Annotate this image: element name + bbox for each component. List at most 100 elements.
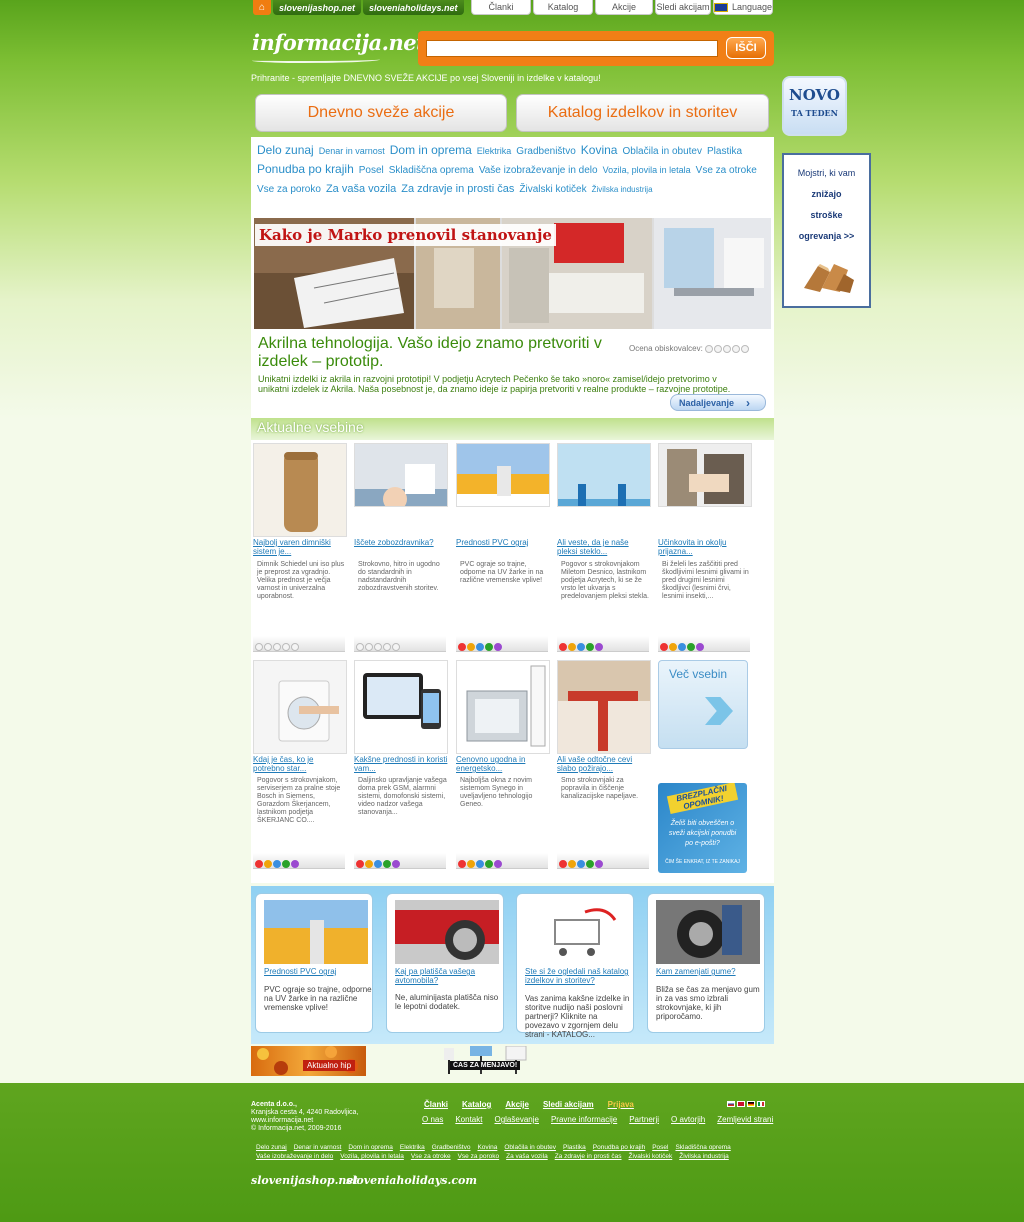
footer-link-sledi-akcijam[interactable]: Sledi akcijam (543, 1100, 594, 1109)
footer-category-link[interactable]: Delo zunaj (256, 1143, 287, 1152)
featured-card-image[interactable] (656, 900, 760, 964)
category-link[interactable]: Za vaša vozila (326, 181, 396, 198)
rating-stars[interactable] (557, 636, 649, 652)
card-thumbnail[interactable] (456, 443, 550, 507)
featured-card[interactable]: Prednosti PVC ograj PVC ograje so trajne,… (255, 893, 373, 1033)
featured-card-image[interactable] (264, 900, 368, 964)
time-to-change-banner[interactable]: ČAS ZA MENJAVO! (438, 1045, 528, 1078)
footer-link-oglasevanje[interactable]: Oglaševanje (494, 1115, 538, 1124)
search-button[interactable]: IŠČI (726, 37, 766, 59)
footer-category-link[interactable]: Elektrika (400, 1143, 425, 1152)
feature-headline[interactable]: Akrilna tehnologija. Vašo idejo znamo pr… (258, 335, 608, 371)
rating-stars[interactable] (354, 636, 446, 652)
featured-card[interactable]: Ste si že ogledali naš katalog izdelkov … (516, 893, 634, 1039)
category-link[interactable]: Vse za poroko (257, 181, 321, 198)
featured-card-title[interactable]: Ste si že ogledali naš katalog izdelkov … (525, 967, 633, 985)
nav-katalog[interactable]: Katalog (533, 0, 593, 15)
category-link[interactable]: Za zdravje in prosti čas (401, 181, 514, 198)
footer-category-link[interactable]: Za zdravje in prosti čas (555, 1152, 622, 1161)
card-title-link[interactable]: Učinkovita in okolju prijazna... (658, 538, 752, 556)
sloveniaholidays-link[interactable]: sloveniaholidays.net (363, 0, 464, 15)
card-title-link[interactable]: Cenovno ugodna in energetsko... (456, 755, 550, 773)
card-thumbnail[interactable] (253, 660, 347, 754)
slovenijashop-link[interactable]: slovenijashop.net (273, 0, 362, 15)
category-link[interactable]: Vse za otroke (696, 162, 757, 179)
footer-link-prijava[interactable]: Prijava (608, 1100, 634, 1109)
category-link[interactable]: Živilska industrija (592, 181, 653, 198)
rating-stars[interactable] (253, 636, 345, 652)
home-icon[interactable]: ⌂ (253, 0, 271, 15)
german-flag-icon[interactable] (747, 1101, 755, 1107)
category-link[interactable]: Živalski kotiček (519, 181, 586, 198)
card-thumbnail[interactable] (354, 660, 448, 754)
new-this-week-badge[interactable]: NOVO TA TEDEN (782, 76, 847, 136)
footer-category-link[interactable]: Denar in varnost (294, 1143, 342, 1152)
featured-card-title[interactable]: Kaj pa platišča vašega avtomobila? (395, 967, 503, 985)
card-title-link[interactable]: Kdaj je čas, ko je potrebno star... (253, 755, 347, 773)
footer-category-link[interactable]: Za vaša vozila (506, 1152, 548, 1161)
category-link[interactable]: Kovina (581, 142, 618, 159)
card-thumbnail[interactable] (557, 443, 651, 507)
rating-stars[interactable] (456, 853, 548, 869)
footer-category-link[interactable]: Ponudba po krajih (593, 1143, 645, 1152)
footer-link-zemljevid[interactable]: Zemljevid strani (717, 1115, 773, 1124)
footer-category-link[interactable]: Vse za poroko (458, 1152, 500, 1161)
footer-link-pravne-informacije[interactable]: Pravne informacije (551, 1115, 617, 1124)
card-thumbnail[interactable] (557, 660, 651, 754)
footer-logo-slovenijashop[interactable]: slovenijashop.net (251, 1174, 359, 1187)
read-more-button[interactable]: Nadaljevanje (670, 394, 766, 411)
featured-card[interactable]: Kam zamenjati gume? Bliža se čas za menja… (647, 893, 765, 1033)
search-input[interactable] (426, 40, 718, 57)
card-title-link[interactable]: Prednosti PVC ograj (456, 538, 550, 547)
card-title-link[interactable]: Kakšne prednosti in koristi vam... (354, 755, 448, 773)
footer-category-link[interactable]: Plastika (563, 1143, 586, 1152)
hip-banner[interactable]: Aktualno hip (251, 1046, 366, 1076)
nav-sledi-akcijam[interactable]: Sledi akcijam (655, 0, 711, 15)
side-ad-heating[interactable]: Mojstri, ki vam znižajo stroške ogrevanj… (782, 153, 871, 308)
category-link[interactable]: Vaše izobraževanje in delo (479, 162, 598, 179)
footer-category-link[interactable]: Živalski kotiček (629, 1152, 673, 1161)
footer-link-o-avtorjih[interactable]: O avtorjih (671, 1115, 705, 1124)
footer-category-link[interactable]: Vozila, plovila in letala (340, 1152, 404, 1161)
footer-category-link[interactable]: Živilska industrija (679, 1152, 729, 1161)
featured-card-title[interactable]: Prednosti PVC ograj (264, 967, 372, 976)
category-link[interactable]: Elektrika (477, 143, 512, 160)
english-flag-icon[interactable] (737, 1101, 745, 1107)
footer-category-link[interactable]: Vse za otroke (411, 1152, 451, 1161)
footer-logo-sloveniaholidays[interactable]: sloveniaholidays.com (346, 1174, 477, 1187)
card-thumbnail[interactable] (253, 443, 347, 537)
nav-clanki[interactable]: Članki (471, 0, 531, 15)
footer-category-link[interactable]: Oblačila in obutev (504, 1143, 556, 1152)
category-link[interactable]: Posel (359, 162, 384, 179)
featured-card-image[interactable] (525, 900, 629, 964)
catalog-button[interactable]: Katalog izdelkov in storitev (516, 94, 769, 132)
footer-category-link[interactable]: Gradbeništvo (432, 1143, 471, 1152)
category-link[interactable]: Delo zunaj (257, 142, 314, 159)
category-link[interactable]: Vozila, plovila in letala (603, 162, 691, 179)
rating-stars[interactable] (705, 344, 750, 353)
featured-card[interactable]: Kaj pa platišča vašega avtomobila? Ne, al… (386, 893, 504, 1033)
footer-link-o-nas[interactable]: O nas (422, 1115, 443, 1124)
category-link[interactable]: Oblačila in obutev (622, 143, 702, 160)
footer-category-link[interactable]: Vaše izobraževanje in delo (256, 1152, 333, 1161)
card-thumbnail[interactable] (354, 443, 448, 507)
footer-link-katalog[interactable]: Katalog (462, 1100, 491, 1109)
category-link[interactable]: Dom in oprema (390, 142, 472, 159)
daily-deals-button[interactable]: Dnevno sveže akcije (255, 94, 507, 132)
footer-category-link[interactable]: Skladiščna oprema (675, 1143, 730, 1152)
card-title-link[interactable]: Iščete zobozdravnika? (354, 538, 448, 547)
nav-akcije[interactable]: Akcije (595, 0, 653, 15)
rating-stars[interactable] (658, 636, 750, 652)
company-website[interactable]: www.informacija.net (251, 1117, 358, 1125)
card-title-link[interactable]: Ali veste, da je naše pleksi steklo... (557, 538, 651, 556)
more-content-box[interactable]: Več vsebin (658, 660, 748, 749)
category-link[interactable]: Gradbeništvo (516, 143, 575, 160)
footer-link-clanki[interactable]: Članki (424, 1100, 448, 1109)
card-title-link[interactable]: Najbolj varen dimniški sistem je... (253, 538, 347, 556)
free-reminder-promo[interactable]: BREZPLAČNI OPOMNIK! Želiš biti obveščen … (658, 783, 747, 873)
category-link[interactable]: Skladiščna oprema (389, 162, 474, 179)
italian-flag-icon[interactable] (757, 1101, 765, 1107)
category-link[interactable]: Ponudba po krajih (257, 161, 354, 178)
rating-stars[interactable] (456, 636, 548, 652)
footer-link-akcije[interactable]: Akcije (505, 1100, 529, 1109)
